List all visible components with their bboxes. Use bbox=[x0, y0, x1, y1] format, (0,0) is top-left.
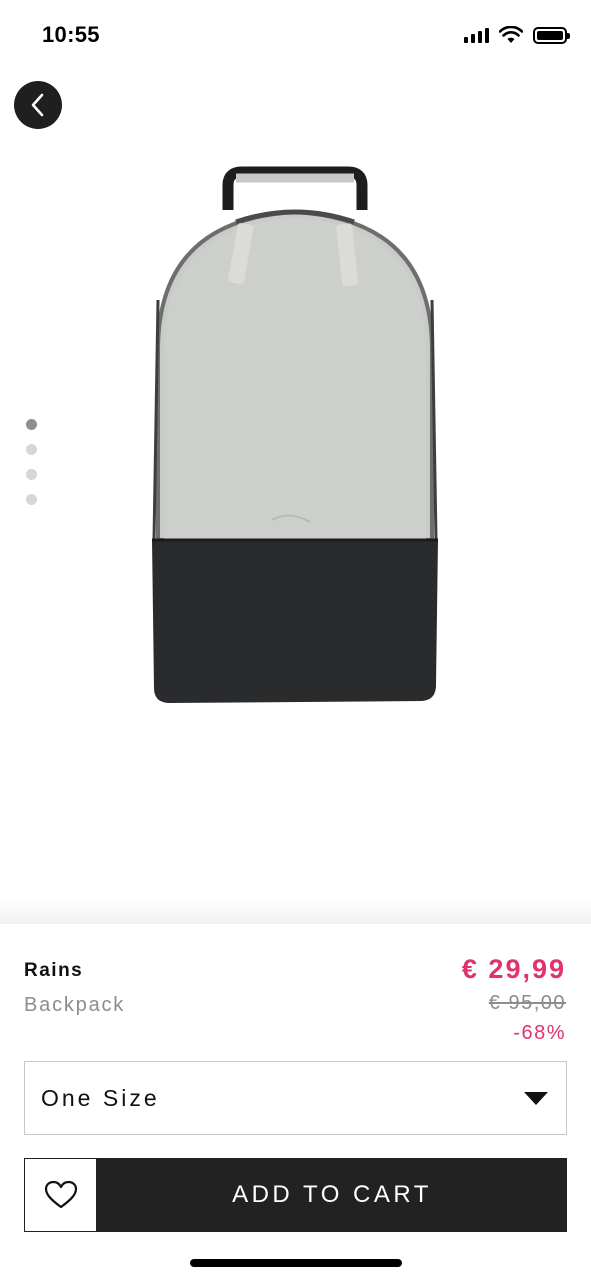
back-button[interactable] bbox=[14, 81, 62, 129]
status-bar: 10:55 bbox=[0, 0, 591, 72]
status-time: 10:55 bbox=[42, 22, 100, 47]
chevron-down-icon bbox=[524, 1091, 548, 1105]
pager-dot[interactable] bbox=[26, 494, 37, 505]
pager-dot[interactable] bbox=[26, 469, 37, 480]
gallery-pager[interactable] bbox=[26, 419, 37, 505]
signal-icon bbox=[464, 27, 489, 43]
purchase-actions: ADD TO CART bbox=[24, 1158, 567, 1232]
add-to-cart-button[interactable]: ADD TO CART bbox=[97, 1158, 567, 1232]
gallery-divider bbox=[0, 900, 591, 924]
original-price: € 95,00 bbox=[488, 992, 566, 1014]
size-select-value: One Size bbox=[41, 1084, 160, 1111]
product-brand: Rains bbox=[24, 960, 84, 981]
current-price: € 29,99 bbox=[461, 954, 566, 984]
discount-badge: -68% bbox=[513, 1022, 566, 1044]
product-name: Backpack bbox=[24, 994, 126, 1016]
back-icon bbox=[31, 93, 44, 117]
product-image bbox=[152, 166, 438, 703]
wishlist-button[interactable] bbox=[24, 1158, 97, 1232]
size-select[interactable]: One Size bbox=[24, 1061, 567, 1135]
add-to-cart-label: ADD TO CART bbox=[232, 1181, 432, 1208]
battery-icon bbox=[533, 26, 570, 44]
pager-dot[interactable] bbox=[26, 419, 37, 430]
product-info: Rains Backpack € 29,99 € 95,00 -68% One … bbox=[0, 924, 591, 1280]
pager-dot[interactable] bbox=[26, 444, 37, 455]
wifi-icon bbox=[499, 26, 523, 43]
home-indicator bbox=[190, 1259, 402, 1267]
status-icons bbox=[464, 26, 570, 44]
heart-icon bbox=[44, 1180, 77, 1209]
